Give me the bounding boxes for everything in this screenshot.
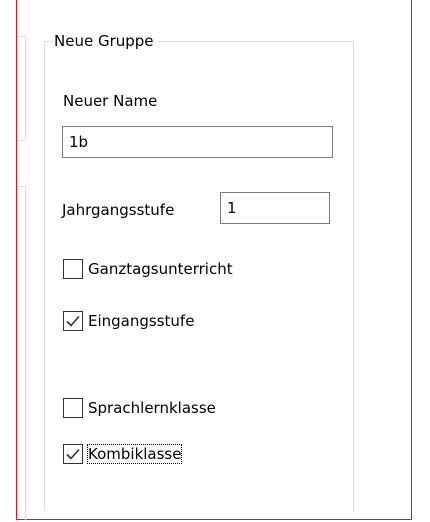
checkbox-box[interactable] bbox=[63, 259, 83, 279]
new-name-input[interactable] bbox=[62, 126, 333, 158]
checkbox-box[interactable] bbox=[63, 398, 83, 418]
checkbox-label: Eingangsstufe bbox=[88, 312, 195, 330]
checkbox-label: Kombiklasse bbox=[86, 444, 183, 464]
new-name-label: Neuer Name bbox=[63, 92, 158, 110]
grade-label: Jahrgangsstufe bbox=[62, 201, 175, 219]
checkbox-label: Sprachlernklasse bbox=[88, 399, 216, 417]
left-panel-border-top bbox=[17, 36, 25, 37]
checkbox-box[interactable] bbox=[63, 444, 83, 464]
checkbox-sprachlernklasse[interactable]: Sprachlernklasse bbox=[63, 397, 216, 419]
left-panel2-border-top bbox=[17, 186, 25, 187]
grade-input[interactable] bbox=[220, 192, 330, 224]
checkmark-icon bbox=[66, 448, 80, 460]
checkbox-eingangsstufe[interactable]: Eingangsstufe bbox=[63, 310, 194, 332]
left-panel2-border-right bbox=[25, 186, 26, 520]
checkbox-ganztagsunterricht[interactable]: Ganztagsunterricht bbox=[63, 258, 233, 280]
groupbox-title: Neue Gruppe bbox=[53, 32, 157, 50]
left-panel-border-bottom bbox=[17, 140, 25, 141]
left-panel-border-right bbox=[25, 36, 26, 140]
checkbox-kombiklasse[interactable]: Kombiklasse bbox=[63, 443, 183, 465]
checkbox-box[interactable] bbox=[63, 311, 83, 331]
checkmark-icon bbox=[66, 315, 80, 327]
checkbox-label: Ganztagsunterricht bbox=[88, 260, 233, 278]
